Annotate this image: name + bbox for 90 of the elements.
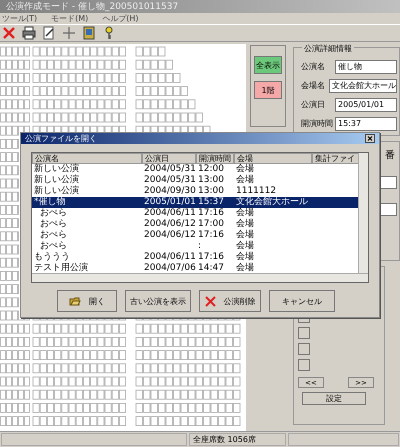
column-header[interactable]: 会場 (234, 153, 312, 164)
table-cell-text: 新しい公演 (33, 164, 80, 174)
text-field[interactable]: 15:37 (335, 116, 397, 130)
list-row[interactable]: おぺら 2004/06/12 17:16 会場 (32, 230, 359, 241)
delete-icon[interactable] (2, 26, 16, 40)
list-row[interactable]: おぺら 2004/06/11 17:16 会場 (32, 208, 359, 219)
field-label: 公演日 (300, 99, 326, 110)
table-cell-text: 会場 (235, 241, 255, 252)
dialog-button[interactable]: 開く (57, 290, 117, 312)
apply-button[interactable]: 設定 (302, 392, 366, 405)
column-header[interactable]: 集計ファイ (312, 153, 359, 164)
table-cell-text: 17:16 (197, 230, 225, 241)
table-cell-text: : (197, 241, 202, 252)
list-row[interactable]: 新しい公演 2004/05/31 13:00 会場 (32, 175, 359, 186)
table-cell-text: 2004/07/06 (143, 263, 196, 274)
table-cell-text: *催し物 (33, 197, 66, 208)
table-cell-text: もううう (33, 252, 70, 263)
table-cell-text: 17:16 (197, 252, 225, 263)
field-label: 開演時間 (300, 118, 334, 129)
table-cell-text: おぺら (39, 208, 68, 219)
table-cell-text: 1111112 (235, 186, 278, 197)
list-row[interactable]: おぺら : 会場 (32, 241, 359, 252)
column-label: 番 (385, 148, 395, 162)
menu-item[interactable]: モード(M) (51, 13, 88, 24)
list-row[interactable]: おぺら 2004/06/12 17:00 会場 (32, 219, 359, 230)
list-row[interactable]: テスト用公演 2004/07/06 14:47 会場 (32, 263, 359, 274)
table-cell-text: 13:00 (197, 186, 225, 197)
table-cell-text: 2004/09/30 (143, 186, 196, 197)
table-cell-text: 12:00 (197, 164, 225, 175)
table-cell-text: 13:00 (197, 175, 225, 186)
dialog-button[interactable]: キャンセル (269, 290, 335, 312)
table-cell-text: 会場 (235, 252, 255, 262)
table-cell-text: 新しい公演 (33, 186, 80, 197)
table-cell-text: 2004/06/11 (143, 208, 196, 219)
table-cell-text: 2004/06/11 (143, 252, 196, 263)
window-title: 公演作成モード - 催し物_200501011537 (6, 0, 178, 13)
table-cell-text: 15:37 (197, 197, 225, 208)
table-cell-text: 2004/05/31 (143, 164, 196, 175)
table-cell-text: 会場 (235, 208, 255, 218)
column-header[interactable]: 開演時間 (196, 153, 234, 164)
table-cell-text: 会場 (235, 164, 255, 174)
text-field[interactable]: 2005/01/01 (335, 98, 397, 112)
vertical-scrollbar[interactable] (358, 153, 368, 274)
text-field[interactable]: 催し物 (335, 60, 397, 74)
dialog-button[interactable]: 公演削除 (199, 290, 261, 312)
list-row[interactable]: *催し物 2005/01/01 15:37 文化会館大ホール (32, 197, 359, 208)
horizontal-scrollbar[interactable] (32, 273, 368, 282)
status-text: 全座席数 1056席 (189, 433, 286, 446)
column-header[interactable]: 公演日 (142, 153, 196, 164)
field-label: 公演名 (300, 61, 326, 72)
table-cell-text: 会場 (235, 219, 255, 230)
table-cell-text: 新しい公演 (33, 175, 80, 186)
document-icon[interactable] (42, 26, 56, 40)
table-cell-text: 会場 (235, 263, 255, 274)
group-title: 公演詳細情報 (302, 43, 354, 54)
dialog-title: 公演ファイルを開く (25, 133, 97, 144)
table-cell-text: おぺら (39, 230, 68, 241)
blank-button[interactable] (298, 359, 310, 371)
plus-icon[interactable] (62, 26, 76, 40)
table-cell-text: 文化会館大ホール (235, 197, 309, 208)
view-button[interactable]: 全表示 (254, 56, 282, 74)
table-cell-text: 会場 (235, 230, 255, 240)
dialog-button[interactable]: 古い公演を表示 (125, 290, 191, 312)
folder-icon (69, 296, 81, 306)
list-row[interactable]: 新しい公演 2004/05/31 12:00 会場 (32, 164, 359, 175)
table-cell-text: 2004/06/12 (143, 219, 196, 230)
table-cell-text: 2004/05/31 (143, 175, 196, 186)
table-cell-text: 会場 (235, 175, 255, 186)
table-cell-text: テスト用公演 (33, 263, 89, 274)
menu-item[interactable]: ヘルプ(H) (102, 13, 139, 24)
blank-button[interactable] (298, 343, 310, 355)
field-label: 会場名 (300, 80, 326, 91)
menu-item[interactable]: ツール(T) (2, 13, 38, 24)
table-cell-text: 2004/06/12 (143, 230, 196, 241)
delete-icon (204, 296, 216, 306)
close-icon[interactable] (365, 134, 375, 143)
table-cell-text: 2005/01/01 (143, 197, 196, 208)
table-cell-text: おぺら (39, 219, 68, 230)
book-icon[interactable] (82, 26, 96, 40)
table-cell-text: 17:00 (197, 219, 225, 230)
table-cell-text: 14:47 (197, 263, 225, 274)
list-row[interactable]: 新しい公演 2004/09/30 13:00 1111112 (32, 186, 359, 197)
view-button[interactable]: 1階 (254, 81, 282, 99)
blank-button[interactable] (298, 327, 310, 339)
text-field[interactable]: 文化会館大ホール (329, 78, 397, 92)
table-cell-text: 17:16 (197, 208, 225, 219)
list-row[interactable]: もううう 2004/06/11 17:16 会場 (32, 252, 359, 263)
printer-icon[interactable] (22, 26, 36, 40)
table-cell-text: おぺら (39, 241, 68, 252)
column-header[interactable]: 公演名 (32, 153, 142, 164)
